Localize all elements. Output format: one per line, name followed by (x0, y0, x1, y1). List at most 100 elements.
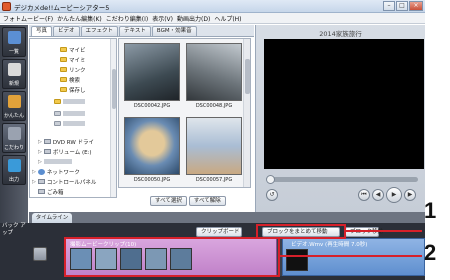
folder-icon (60, 57, 67, 62)
tree-item-label: コントロールパネル (46, 179, 97, 186)
folder-icon (54, 111, 61, 116)
thumbnail-grid: DSC00042.JPG DSC00048.JPG DSC00050.JPG D… (118, 38, 251, 188)
timeline-tabs: タイムライン (29, 212, 425, 223)
menu-easy-edit[interactable]: かんたん編集(K) (57, 14, 102, 23)
thumbnail-scrollbar[interactable] (243, 39, 250, 187)
tree-item[interactable]: マイビ (60, 45, 86, 54)
tree-scrollbar[interactable] (110, 39, 116, 197)
thumbnail-caption: DSC00057.JPG (195, 177, 233, 183)
photo-thumbnail (124, 117, 180, 175)
preview-screen (264, 39, 424, 169)
rewind-icon[interactable]: ◀ (372, 189, 384, 201)
mode-tab-label: 一覧 (8, 49, 19, 55)
tree-item[interactable]: 保存し (60, 85, 86, 94)
source-tabs: 写真 ビデオ エフェクト テキスト BGM・効果音 (29, 25, 254, 37)
thumbnail-item[interactable]: DSC00050.JPG (122, 115, 182, 187)
tree-item[interactable]: リンク (60, 65, 86, 74)
new-icon (8, 63, 21, 76)
maximize-button[interactable]: □ (396, 1, 408, 11)
mode-tab-label: 新規 (8, 81, 19, 87)
seek-bar[interactable] (266, 175, 418, 184)
trash-icon[interactable] (33, 247, 47, 261)
callout-line-2 (280, 255, 422, 257)
thumbnail-item[interactable]: DSC00057.JPG (184, 115, 244, 187)
callout-number-2: 2 (424, 240, 437, 265)
minimize-button[interactable]: – (383, 1, 395, 11)
tab-text[interactable]: テキスト (119, 26, 151, 36)
tree-item-label: ネットワーク (46, 169, 80, 176)
tab-bgm[interactable]: BGM・効果音 (151, 26, 197, 36)
clipboard-button[interactable]: クリップボード (196, 227, 242, 237)
easy-icon (8, 95, 21, 108)
folder-icon (60, 47, 67, 52)
tree-item[interactable]: 検索 (60, 75, 80, 84)
select-all-button[interactable]: すべて選択 (150, 196, 187, 206)
close-button[interactable]: × (409, 1, 423, 11)
tab-timeline[interactable]: タイムライン (32, 213, 72, 223)
mode-tab-new[interactable]: 新規 (2, 59, 26, 89)
menu-view[interactable]: 表示(V) (152, 14, 173, 23)
tree-item[interactable] (54, 119, 85, 128)
tree-item-label: 検索 (69, 77, 81, 84)
mode-tab-list[interactable]: 一覧 (2, 27, 26, 57)
tree-item[interactable]: ごみ箱 (38, 187, 64, 196)
mode-tab-detail[interactable]: こだわり (2, 123, 26, 153)
tree-item[interactable]: マイミ (60, 55, 86, 64)
preview-panel: 2014家族旅行 ↺ ⏮ ◀ ▶ ▶ (255, 25, 425, 223)
tree-item[interactable] (54, 97, 85, 106)
tab-photo[interactable]: 写真 (31, 26, 53, 36)
replay-icon[interactable]: ↺ (266, 189, 278, 201)
redacted-label (63, 111, 85, 116)
thumbnail-item[interactable]: DSC00042.JPG (122, 41, 182, 113)
callout-line-1 (346, 230, 422, 232)
mode-tab-label: 出力 (8, 177, 19, 183)
trash-icon (38, 189, 45, 194)
prev-icon[interactable]: ⏮ (358, 189, 370, 201)
expand-icon: ▷ (32, 178, 36, 185)
callout-number-1: 1 (424, 198, 437, 223)
tree-item[interactable]: ▷ コントロールパネル (32, 177, 96, 186)
tree-item[interactable]: ▷ DVD RW ドライ (38, 137, 94, 146)
block-move-small-button[interactable]: ブロック移動 (345, 227, 383, 237)
tree-item[interactable]: ▷ ボリューム (E:) (38, 147, 92, 156)
drive-icon (43, 149, 51, 154)
scroll-thumb[interactable] (245, 59, 250, 94)
tree-item-label: ボリューム (E:) (52, 149, 92, 156)
menu-detail-edit[interactable]: こだわり編集(I) (106, 14, 148, 23)
output-icon (8, 159, 21, 172)
tab-effect[interactable]: エフェクト (80, 26, 119, 36)
backup-label: バック アップ (2, 223, 26, 236)
timeline-clip-video[interactable]: ビデオ.Wmv (再生時間 7.0秒) (282, 238, 425, 276)
photo-thumbnail (124, 43, 180, 101)
tree-item-label: マイミ (69, 57, 86, 64)
play-button[interactable]: ▶ (386, 187, 402, 203)
tab-video[interactable]: ビデオ (53, 26, 80, 36)
redacted-label (63, 99, 85, 104)
tree-item-label: ごみ箱 (47, 189, 64, 196)
tree-item-label: 保存し (69, 87, 86, 94)
mode-tab-output[interactable]: 出力 (2, 155, 26, 185)
seek-knob[interactable] (266, 175, 275, 184)
clip-frame (286, 249, 308, 271)
title-bar: デジカメde!!ムービーシアター5 – □ × (0, 0, 425, 13)
photo-thumbnail (186, 117, 242, 175)
mode-tab-easy[interactable]: かんたん (2, 91, 26, 121)
menu-video-output[interactable]: 動画出力(D) (177, 14, 210, 23)
deselect-all-button[interactable]: すべて解除 (188, 196, 226, 206)
control-panel-icon (37, 179, 45, 184)
redacted-label (43, 159, 72, 164)
thumbnail-caption: DSC00042.JPG (133, 103, 171, 109)
tree-item[interactable]: ▷ ネットワーク (32, 167, 80, 176)
scroll-thumb[interactable] (112, 69, 116, 109)
preview-title: 2014家族旅行 (319, 30, 362, 38)
thumbnail-item[interactable]: DSC00048.JPG (184, 41, 244, 113)
tree-item[interactable] (54, 109, 85, 118)
window-title: デジカメde!!ムービーシアター5 (14, 4, 110, 12)
mode-sidebar: 一覧 新規 かんたん こだわり 出力 (0, 25, 28, 245)
callout-box-2 (64, 237, 280, 277)
tree-item[interactable]: ▷ (38, 157, 72, 166)
menu-help[interactable]: ヘルプ(H) (214, 14, 241, 23)
menu-photomovie[interactable]: フォトムービー(F) (3, 14, 53, 23)
folder-icon (54, 121, 61, 126)
forward-icon[interactable]: ▶ (404, 189, 416, 201)
